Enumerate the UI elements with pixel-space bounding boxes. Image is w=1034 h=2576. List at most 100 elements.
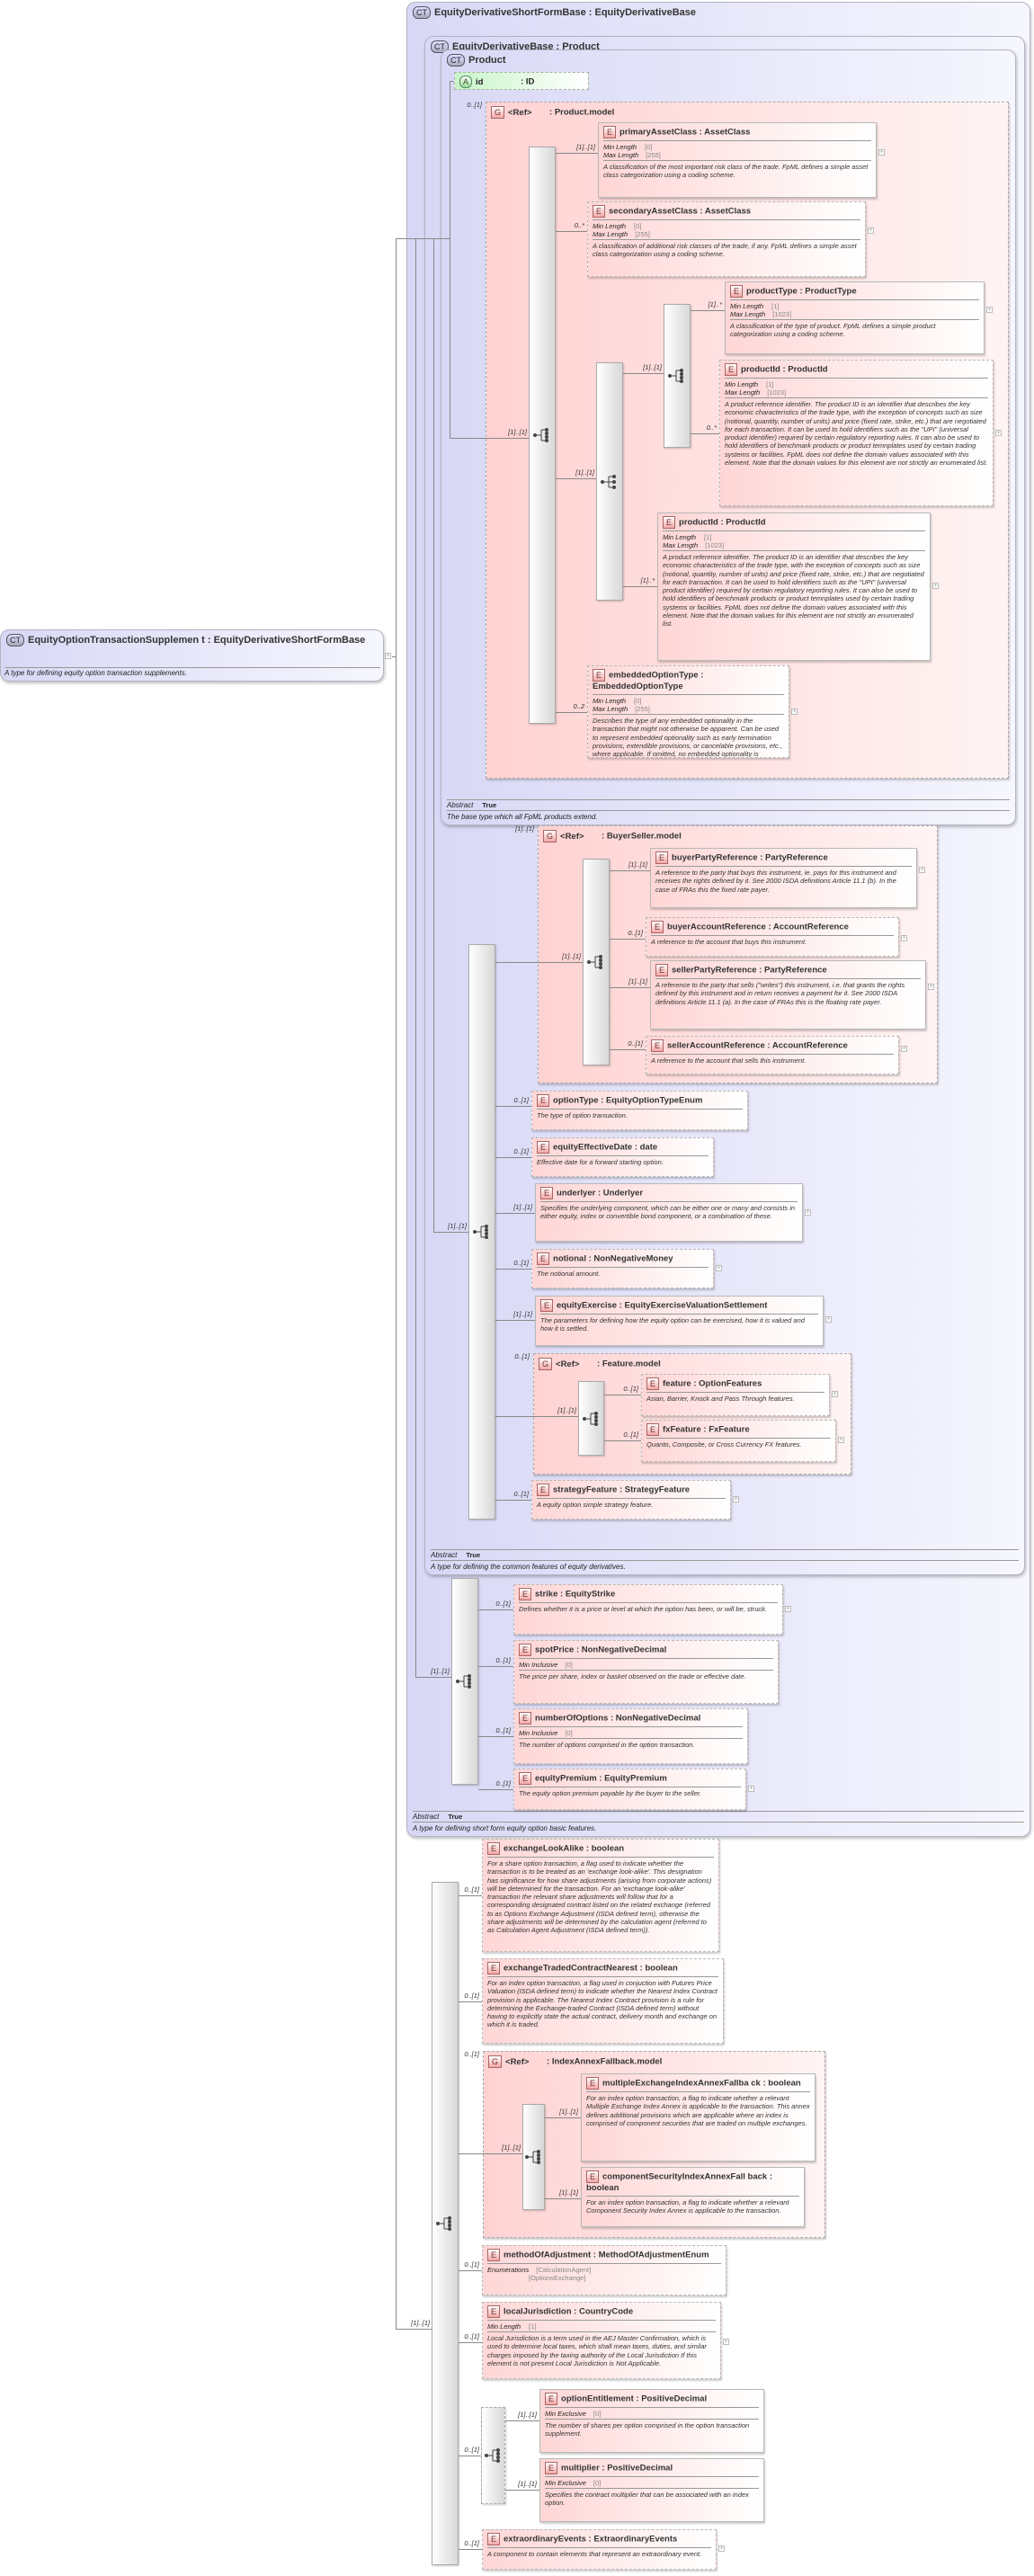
connector-line [478,1736,513,1737]
element-feature[interactable]: Efeature : OptionFeatures Asian, Barrier,… [641,1374,830,1416]
connector-line [505,2420,539,2421]
element-icon: E [537,1094,550,1107]
element-type: : ProductId [720,517,766,528]
expand-icon[interactable]: + [878,149,885,156]
expand-icon[interactable]: + [733,1496,739,1502]
connector-line [396,238,450,239]
element-buyer-account-reference[interactable]: EbuyerAccountReference : AccountReferenc… [646,917,899,957]
occurrence-label: [1]..[1] [562,952,581,960]
expand-icon[interactable]: + [785,1606,791,1612]
element-type: : Underlyer [597,1188,644,1199]
facet-row: Max Length [255] [593,230,860,238]
connector-line [545,2117,581,2118]
element-icon: E [651,1039,664,1052]
expand-icon[interactable]: + [995,430,1002,436]
element-name: notional [553,1253,586,1264]
expand-icon[interactable]: + [825,1316,832,1323]
element-notional[interactable]: Enotional : NonNegativeMoney The notional… [531,1249,714,1288]
element-spot-price[interactable]: EspotPrice : NonNegativeDecimal Min Inclu… [513,1640,779,1704]
expand-icon[interactable]: + [805,1209,811,1216]
facet-row: Min Length [1] [487,2322,716,2331]
expand-icon[interactable]: + [919,867,925,873]
connector-line [691,433,719,434]
element-method-of-adjustment[interactable]: EmethodOfAdjustment : MethodOfAdjustment… [482,2245,726,2295]
element-icon: E [655,851,669,864]
element-exchange-look-alike[interactable]: EexchangeLookAlike : boolean For a share … [482,1839,719,1952]
connector-line [691,310,725,311]
element-header: EequityExercise : EquityExerciseValuatio… [540,1299,818,1315]
connector-line [459,2549,482,2550]
facet-row: Min Length [1] [663,533,925,541]
element-header: Emultiplier : PositiveDecimal [545,2462,759,2477]
element-underlyer[interactable]: Eunderlyer : Underlyer Specifies the unde… [535,1183,803,1242]
expand-icon[interactable]: + [832,1391,838,1397]
element-icon: E [663,516,676,529]
connector-line [483,2153,522,2154]
element-secondary-asset-class[interactable]: EsecondaryAssetClass : AssetClass Min Len… [587,201,866,277]
element-product-type[interactable]: EproductType : ProductType Min Length [1] M… [725,281,985,354]
expand-icon[interactable]: + [748,1786,754,1792]
expand-icon[interactable]: + [838,1437,844,1443]
element-strike[interactable]: Estrike : EquityStrike Defines whether it… [513,1584,783,1635]
element-header: EmultipleExchangeIndexAnnexFallba ck : b… [586,2077,810,2092]
expand-icon[interactable]: + [868,227,874,234]
element-multiple-exchange-index-annex-fallback[interactable]: EmultipleExchangeIndexAnnexFallba ck : b… [581,2073,816,2162]
element-option-type[interactable]: EoptionType : EquityOptionTypeEnum The ty… [531,1091,748,1130]
element-header: EspotPrice : NonNegativeDecimal [519,1644,773,1659]
facet-value: [CalculationAgent] [536,2266,592,2274]
element-type: : PartyReference [760,852,828,863]
element-type: : EquityOptionTypeEnum [601,1095,703,1106]
attribute-id[interactable]: Aid: ID [454,72,589,90]
expand-icon[interactable]: + [718,2545,725,2552]
element-name: extraordinaryEvents [504,2534,586,2545]
element-local-jurisdiction[interactable]: ElocalJurisdiction : CountryCode Min Leng… [482,2302,721,2379]
expand-icon[interactable]: + [901,1046,907,1052]
element-seller-party-reference[interactable]: EsellerPartyReference : PartyReference A … [650,960,926,1030]
element-type: : date [634,1142,658,1153]
element-option-entitlement[interactable]: EoptionEntitlement : PositiveDecimal Min … [539,2389,764,2453]
element-equity-effective-date[interactable]: EequityEffectiveDate : date Effective dat… [531,1137,714,1177]
element-embedded-option-type[interactable]: EembeddedOptionType : EmbeddedOptionType… [587,665,789,758]
element-buyer-party-reference[interactable]: EbuyerPartyReference : PartyReference A r… [650,848,917,908]
element-header: EprimaryAssetClass : AssetClass [603,126,871,141]
occurrence-label: 0..[1] [464,2260,479,2268]
element-type: : StrategyFeature [619,1484,691,1495]
expand-icon[interactable]: + [791,709,798,715]
element-product-id[interactable]: EproductId : ProductId Min Length [1] Max L… [719,360,994,506]
element-seller-account-reference[interactable]: EsellerAccountReference : AccountReferen… [646,1036,899,1074]
element-exchange-traded-contract-nearest[interactable]: EexchangeTradedContractNearest : boolean… [482,1958,724,2044]
expand-icon[interactable]: + [723,2339,729,2345]
element-extraordinary-events[interactable]: EextraordinaryEvents : ExtraordinaryEven… [482,2529,717,2570]
facet-value: [0] [593,2410,602,2418]
element-type: : PartyReference [759,965,827,976]
facet-label: Enumerations [487,2266,530,2274]
facet-row: Max Length [1023] [663,541,925,549]
facet-label: Min Exclusive [545,2479,586,2487]
occurrence-label: 0..2 [573,702,584,710]
expand-icon[interactable]: + [716,1265,722,1271]
element-component-security-index-annex-fallback[interactable]: EcomponentSecurityIndexAnnexFall back : … [581,2167,805,2227]
occurrence-label: 0..[1] [628,929,643,937]
element-fx-feature[interactable]: EfxFeature : FxFeature Quanto, Composite,… [641,1420,836,1462]
element-strategy-feature[interactable]: EstrategyFeature : StrategyFeature A equi… [531,1480,731,1520]
expand-icon[interactable]: + [385,653,391,659]
expand-icon[interactable]: + [986,307,993,313]
facets: Min Inclusive [0] [519,1729,743,1739]
expand-icon[interactable]: + [901,935,907,941]
connector-line [433,238,434,1232]
expand-icon[interactable]: + [928,984,934,990]
element-equity-exercise[interactable]: EequityExercise : EquityExerciseValuatio… [535,1296,824,1346]
element-documentation: Local Jurisdiction is a term used in the… [487,2334,707,2367]
root-complex-type[interactable]: CT EquityOptionTransactionSupplemen t : E… [0,629,384,682]
element-icon: E [646,1423,660,1436]
element-name: underlyer [557,1188,596,1199]
element-multiplier[interactable]: Emultiplier : PositiveDecimal Min Exclusi… [539,2458,764,2522]
facet-row: Enumerations [CalculationAgent] [487,2266,721,2274]
expand-icon[interactable]: + [932,583,939,589]
element-number-of-options[interactable]: EnumberOfOptions : NonNegativeDecimal Min… [513,1708,748,1764]
element-equity-premium[interactable]: EequityPremium : EquityPremium The equity… [513,1769,746,1810]
element-primary-asset-class[interactable]: EprimaryAssetClass : AssetClass Min Lengt… [598,122,877,198]
element-product-id2[interactable]: EproductId : ProductId Min Length [1] Max L… [657,513,931,661]
facets: Min Length [1] Max Length [1023] [663,533,925,551]
element-header: EsellerPartyReference : PartyReference [655,964,921,979]
